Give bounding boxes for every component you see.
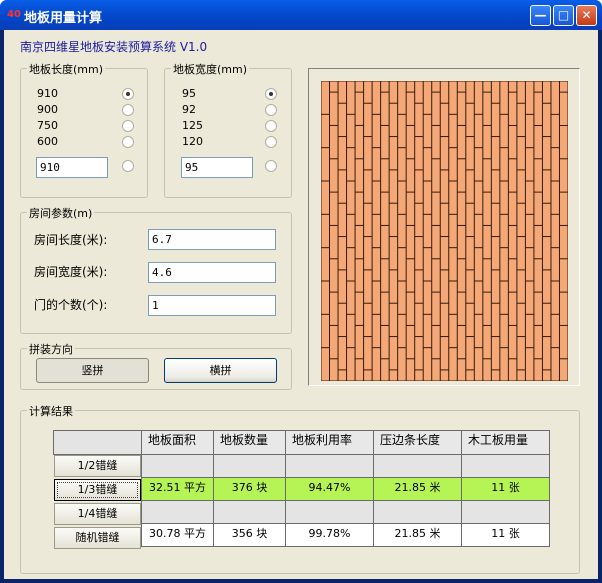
result-count-cell: 376 块: [213, 477, 286, 501]
length-option-radio[interactable]: [122, 136, 134, 148]
result-cell: [373, 454, 462, 478]
result-plywood-cell: 11 张: [461, 523, 550, 547]
window-title: 地板用量计算: [24, 11, 103, 26]
results-corner-cell: [53, 430, 142, 455]
width-option-label: 92: [182, 103, 196, 116]
width-option-label: 95: [182, 87, 196, 100]
layout-group-title: 拼装方向: [27, 341, 75, 357]
width-custom-input[interactable]: 95: [181, 157, 253, 178]
result-cell: [213, 500, 286, 524]
length-option-radio[interactable]: [122, 88, 134, 100]
width-option-label: 120: [182, 135, 203, 148]
room-group: 房间参数(m) 房间长度(米): 6.7 房间宽度(米): 4.6 门的个数(个…: [20, 205, 292, 334]
column-header-area: 地板面积: [141, 430, 214, 455]
width-option-radio[interactable]: [265, 88, 277, 100]
result-utilization-cell: 99.78%: [285, 523, 374, 547]
result-edge-strip-cell: 21.85 米: [373, 477, 462, 501]
floor-preview-panel: [308, 68, 580, 386]
result-cell: [373, 500, 462, 524]
length-option-radio[interactable]: [122, 120, 134, 132]
room-length-label: 房间长度(米):: [34, 233, 108, 247]
width-option-radio[interactable]: [265, 136, 277, 148]
length-option-label: 600: [37, 135, 58, 148]
width-custom-radio[interactable]: [265, 160, 277, 172]
floor-background: [321, 81, 568, 381]
width-option-label: 125: [182, 119, 203, 132]
result-edge-strip-cell: 21.85 米: [373, 523, 462, 547]
app-icon: 40: [7, 9, 21, 20]
result-cell: [213, 454, 286, 478]
results-group-title: 计算结果: [27, 403, 75, 419]
width-group-title: 地板宽度(mm): [171, 61, 250, 77]
width-group: 地板宽度(mm) 95 92 125 120 95: [164, 61, 292, 198]
stagger-random-button[interactable]: 随机错缝: [54, 527, 141, 549]
length-group-title: 地板长度(mm): [27, 61, 106, 77]
door-count-label: 门的个数(个):: [34, 298, 108, 312]
vertical-layout-button[interactable]: 竖拼: [36, 358, 149, 383]
horizontal-layout-button[interactable]: 横拼: [164, 358, 277, 383]
column-header-count: 地板数量: [213, 430, 286, 455]
length-custom-radio[interactable]: [122, 160, 134, 172]
result-plywood-cell: 11 张: [461, 477, 550, 501]
width-option-radio[interactable]: [265, 120, 277, 132]
door-count-input[interactable]: 1: [148, 295, 276, 316]
result-area-cell: 30.78 平方: [141, 523, 214, 547]
length-option-label: 900: [37, 103, 58, 116]
client-area: 南京四维星地板安装预算系统 V1.0 地板长度(mm) 910 900 750 …: [4, 30, 598, 579]
stagger-quarter-button[interactable]: 1/4错缝: [54, 503, 141, 525]
floor-preview: [321, 81, 568, 381]
column-header-edge-strip: 压边条长度: [373, 430, 462, 455]
title-bar[interactable]: 40 地板用量计算 — □ ✕: [0, 0, 602, 30]
result-cell: [141, 454, 214, 478]
result-cell: [461, 500, 550, 524]
results-group: 计算结果 地板面积 地板数量 地板利用率 压边条长度 木工板用量 1/2错缝 1…: [20, 403, 580, 574]
length-custom-input[interactable]: 910: [36, 157, 108, 178]
room-width-label: 房间宽度(米):: [34, 265, 108, 279]
column-header-plywood: 木工板用量: [461, 430, 550, 455]
result-cell: [285, 500, 374, 524]
result-cell: [285, 454, 374, 478]
result-cell: [141, 500, 214, 524]
length-option-label: 750: [37, 119, 58, 132]
room-group-title: 房间参数(m): [27, 205, 95, 221]
result-utilization-cell: 94.47%: [285, 477, 374, 501]
column-header-utilization: 地板利用率: [285, 430, 374, 455]
result-count-cell: 356 块: [213, 523, 286, 547]
room-length-input[interactable]: 6.7: [148, 229, 276, 250]
stagger-half-button[interactable]: 1/2错缝: [54, 455, 141, 477]
layout-group: 拼装方向 竖拼 横拼: [20, 341, 292, 390]
app-window: 40 地板用量计算 — □ ✕ 南京四维星地板安装预算系统 V1.0 地板长度(…: [0, 0, 602, 583]
length-group: 地板长度(mm) 910 900 750 600 910: [20, 61, 148, 198]
stagger-third-button[interactable]: 1/3错缝: [54, 479, 141, 501]
room-width-input[interactable]: 4.6: [148, 262, 276, 283]
length-option-radio[interactable]: [122, 104, 134, 116]
length-option-label: 910: [37, 87, 58, 100]
result-cell: [461, 454, 550, 478]
app-header: 南京四维星地板安装预算系统 V1.0: [20, 40, 208, 54]
maximize-button[interactable]: □: [553, 5, 574, 26]
result-area-cell: 32.51 平方: [141, 477, 214, 501]
width-option-radio[interactable]: [265, 104, 277, 116]
close-button[interactable]: ✕: [576, 5, 597, 26]
minimize-button[interactable]: —: [530, 5, 551, 26]
